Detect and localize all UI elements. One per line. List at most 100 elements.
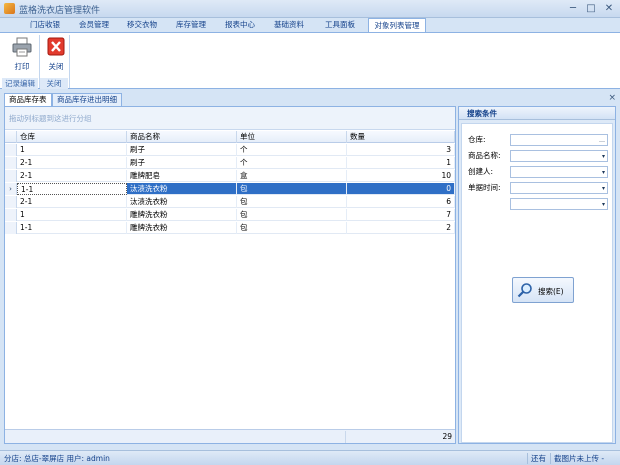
- document-time-start-field[interactable]: ▾: [510, 182, 608, 194]
- minimize-button[interactable]: ─: [566, 2, 580, 15]
- cell-unit: 包: [237, 183, 347, 195]
- magnifier-icon: [517, 283, 532, 298]
- close-red-icon: [47, 37, 65, 56]
- cell-warehouse: 1-1: [17, 222, 127, 234]
- product-name-field[interactable]: ▾: [510, 150, 608, 162]
- cell-quantity: 7: [347, 209, 455, 221]
- close-label: 关闭: [48, 62, 64, 71]
- cell-warehouse: 1: [17, 209, 127, 221]
- ribbon-tab-bar: 门店收银 会员管理 移交衣物 库存管理 报表中心 基础资料 工具面板 对象列表管…: [0, 18, 620, 32]
- tab-product-inventory[interactable]: 商品库存表: [4, 93, 52, 106]
- search-button-label: 搜索(E): [538, 287, 564, 296]
- chevron-down-icon[interactable]: ▾: [602, 167, 605, 178]
- cell-quantity: 1: [347, 157, 455, 169]
- cell-unit: 包: [237, 209, 347, 221]
- cell-product-name: 汰渍洗衣粉: [127, 196, 237, 208]
- cell-product-name: 雕牌肥皂: [127, 170, 237, 182]
- row-indicator-current: ›: [5, 183, 17, 195]
- search-panel: 搜索条件 仓库: … 商品名称: ▾ 创建人: ▾ 单据时间: ▾ ▾ 搜索(E…: [458, 106, 616, 444]
- print-label: 打印: [14, 62, 30, 71]
- tab-report-center[interactable]: 报表中心: [216, 18, 264, 32]
- row-indicator: [5, 209, 17, 221]
- search-button[interactable]: 搜索(E): [512, 277, 574, 303]
- cell-product-name: 刷子: [127, 144, 237, 156]
- inventory-grid: 拖动列标题到这进行分组 仓库 商品名称 单位 数量 1 刷子 个 3 2-1 刷…: [4, 106, 456, 444]
- status-bar: 分店: 总店-翠屏店 用户: admin 还有 截图片未上传 -: [0, 450, 620, 465]
- table-row[interactable]: 1 雕牌洗衣粉 包 7: [5, 209, 455, 221]
- cell-warehouse: 2-1: [17, 157, 127, 169]
- tab-member-management[interactable]: 会员管理: [70, 18, 118, 32]
- status-upload-notice[interactable]: 截图片未上传 -: [550, 453, 607, 464]
- cell-warehouse: 2-1: [17, 170, 127, 182]
- chevron-down-icon[interactable]: ▾: [602, 199, 605, 210]
- warehouse-field[interactable]: …: [510, 134, 608, 146]
- tab-inventory-in-out-detail[interactable]: 商品库存进出明细: [52, 93, 122, 106]
- window-title: 蓝格洗衣店管理软件: [19, 6, 101, 16]
- table-row[interactable]: 2-1 雕牌肥皂 盒 10: [5, 170, 455, 182]
- document-tab-bar: 商品库存表 商品库存进出明细 ×: [0, 92, 620, 106]
- close-window-button[interactable]: ✕: [602, 2, 616, 15]
- maximize-button[interactable]: □: [584, 2, 598, 15]
- creator-label: 创建人:: [468, 167, 494, 176]
- chevron-down-icon[interactable]: ▾: [602, 151, 605, 162]
- cell-warehouse-focused[interactable]: 1-1: [17, 183, 127, 195]
- print-button[interactable]: 打印: [6, 35, 38, 75]
- status-remaining: 还有: [527, 453, 549, 464]
- document-time-label: 单据时间:: [468, 183, 501, 192]
- row-indicator: [5, 196, 17, 208]
- printer-icon: [12, 37, 32, 57]
- column-header-warehouse[interactable]: 仓库: [17, 131, 127, 143]
- column-header-quantity[interactable]: 数量: [347, 131, 455, 143]
- grid-footer: 29: [5, 429, 455, 443]
- close-document-icon[interactable]: ×: [608, 93, 616, 103]
- tab-store-cashier[interactable]: 门店收银: [20, 18, 70, 32]
- tab-transfer-clothes[interactable]: 移交衣物: [118, 18, 166, 32]
- cell-warehouse: 2-1: [17, 196, 127, 208]
- group-close-label: 关闭: [40, 78, 68, 89]
- document-time-end-field[interactable]: ▾: [510, 198, 608, 210]
- tab-object-list-management[interactable]: 对象列表管理: [368, 18, 426, 32]
- table-row[interactable]: 1-1 雕牌洗衣粉 包 2: [5, 222, 455, 234]
- header-indicator: [5, 131, 17, 143]
- ellipsis-icon[interactable]: …: [599, 135, 605, 146]
- cell-unit: 个: [237, 157, 347, 169]
- grid-header: 仓库 商品名称 单位 数量: [5, 131, 455, 143]
- table-row[interactable]: 2-1 刷子 个 1: [5, 157, 455, 169]
- cell-quantity: 6: [347, 196, 455, 208]
- group-separator: [69, 35, 70, 88]
- cell-quantity: 0: [347, 183, 455, 195]
- table-row-selected[interactable]: › 1-1 汰渍洗衣粉 包 0: [5, 183, 455, 195]
- warehouse-label: 仓库:: [468, 135, 486, 144]
- ribbon-panel: 打印 关闭 记录编辑 关闭: [0, 32, 620, 89]
- row-indicator: [5, 144, 17, 156]
- group-record-edit-label: 记录编辑: [2, 78, 38, 89]
- cell-unit: 包: [237, 196, 347, 208]
- cell-quantity: 3: [347, 144, 455, 156]
- tab-inventory-management[interactable]: 库存管理: [166, 18, 216, 32]
- cell-product-name: 雕牌洗衣粉: [127, 209, 237, 221]
- cell-unit: 包: [237, 222, 347, 234]
- table-row[interactable]: 1 刷子 个 3: [5, 144, 455, 156]
- creator-field[interactable]: ▾: [510, 166, 608, 178]
- column-header-unit[interactable]: 单位: [237, 131, 347, 143]
- cell-quantity: 2: [347, 222, 455, 234]
- column-header-product-name[interactable]: 商品名称: [127, 131, 237, 143]
- cell-product-name: 刷子: [127, 157, 237, 169]
- cell-quantity: 10: [347, 170, 455, 182]
- tab-basic-data[interactable]: 基础资料: [264, 18, 314, 32]
- title-bar: 蓝格洗衣店管理软件 ─ □ ✕: [0, 0, 620, 18]
- quantity-total: 29: [345, 431, 455, 443]
- cell-unit: 盒: [237, 170, 347, 182]
- app-logo-icon: [4, 3, 15, 14]
- chevron-down-icon[interactable]: ▾: [602, 183, 605, 194]
- close-button[interactable]: 关闭: [40, 35, 72, 75]
- cell-product-name: 雕牌洗衣粉: [127, 222, 237, 234]
- search-panel-title: 搜索条件: [459, 107, 615, 120]
- product-name-label: 商品名称:: [468, 151, 501, 160]
- cell-warehouse: 1: [17, 144, 127, 156]
- tab-tools-panel[interactable]: 工具面板: [314, 18, 366, 32]
- group-by-hint[interactable]: 拖动列标题到这进行分组: [5, 107, 455, 130]
- cell-product-name: 汰渍洗衣粉: [127, 183, 237, 195]
- table-row[interactable]: 2-1 汰渍洗衣粉 包 6: [5, 196, 455, 208]
- row-indicator: [5, 157, 17, 169]
